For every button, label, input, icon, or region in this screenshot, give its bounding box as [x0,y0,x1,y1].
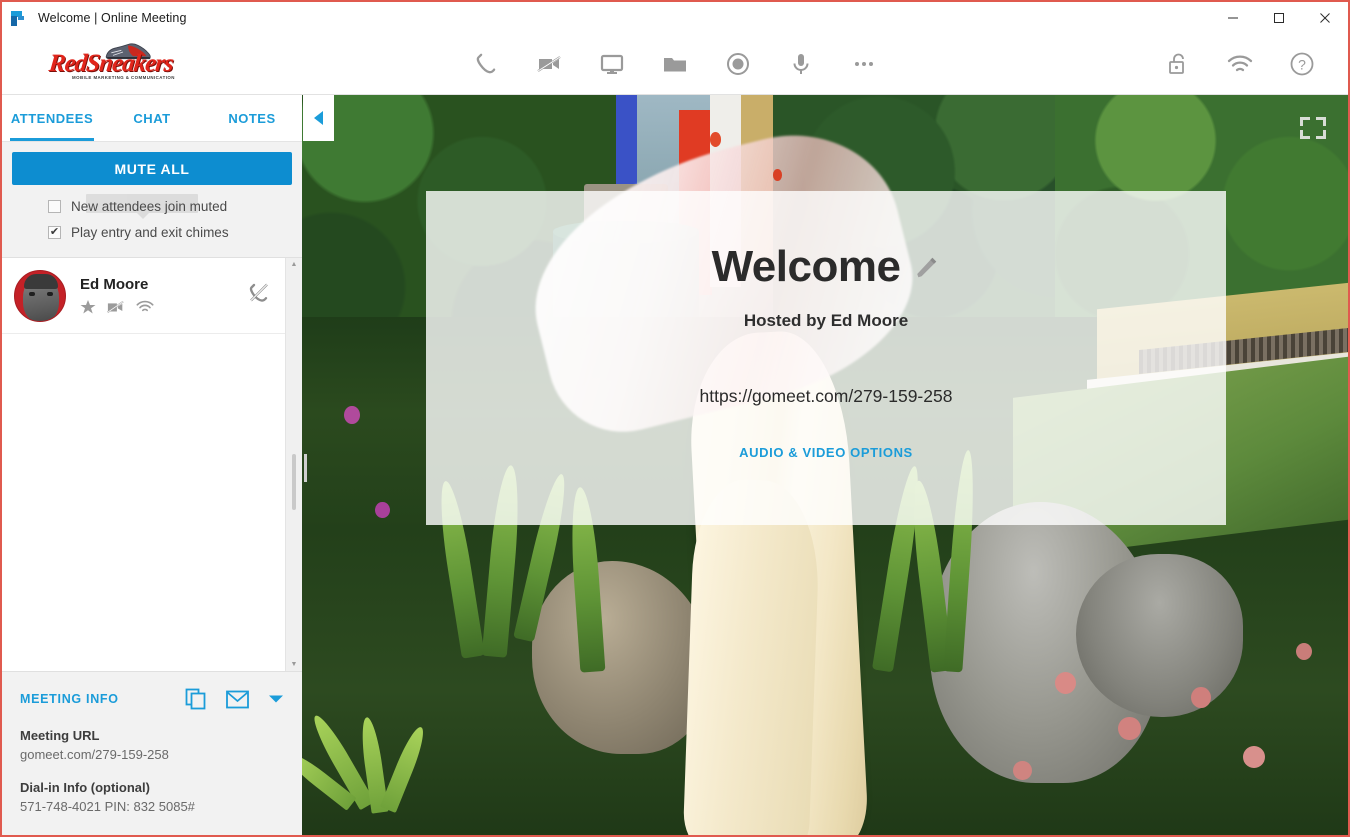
wifi-icon [1227,54,1253,71]
phone-muted-icon [249,283,268,302]
sidebar-resize-handle[interactable] [304,454,307,482]
meeting-info-header: MEETING INFO [20,688,284,710]
microphone-button[interactable] [781,44,821,84]
audio-video-options-link[interactable]: AUDIO & VIDEO OPTIONS [739,445,913,460]
chevron-down-icon[interactable] [268,693,284,705]
attendee-name: Ed Moore [80,276,149,293]
scroll-up-arrow[interactable]: ▲ [291,261,298,268]
welcome-title-row: Welcome [712,245,941,289]
wifi-icon [136,300,154,312]
video-off-icon [107,300,124,314]
fullscreen-icon[interactable] [1300,117,1326,139]
checkbox-new-attendees-muted[interactable] [48,199,61,213]
collapse-sidebar-arrow [314,111,323,125]
meeting-host: Hosted by Ed Moore [743,311,909,330]
microphone-icon [793,53,809,74]
meeting-info-title: MEETING INFO [20,692,119,706]
files-button[interactable] [655,44,695,84]
connection-button[interactable] [1220,44,1260,84]
maximize-icon [1274,12,1284,23]
brand-name: RedSneakers [47,49,175,77]
folder-icon [664,57,686,71]
option-entry-exit-chimes[interactable]: ✔ Play entry and exit chimes [48,219,302,245]
video-off-icon [537,55,561,72]
attendee-list: Ed Moore ▲ ▼ [2,257,302,672]
record-icon [727,52,749,75]
toolbar-status-actions: ? [1158,44,1322,84]
application-window: Welcome | Online Meeting RedSneakers MOB… [0,0,1350,837]
minimize-button[interactable] [1210,2,1256,33]
video-toggle-button[interactable] [529,44,569,84]
scroll-down-arrow[interactable]: ▼ [291,661,298,668]
dial-in-block: Dial-in Info (optional) 571-748-4021 PIN… [20,780,284,814]
brand-logo: RedSneakers MOBILE MARKETING & COMMUNICA… [44,42,194,86]
meeting-url-display: https://gomeet.com/279-159-258 [699,386,953,406]
phone-icon [476,53,496,73]
mute-all-container: MUTE ALL [2,142,302,185]
help-button[interactable]: ? [1282,44,1322,84]
option-label: New attendees join muted [71,198,228,214]
copy-icon[interactable] [185,688,207,710]
option-new-attendees-muted[interactable]: New attendees join muted [48,193,302,219]
sidebar-tabs: ATTENDEES CHAT NOTES [2,95,302,142]
tab-attendees[interactable]: ATTENDEES [2,95,102,141]
tab-notes[interactable]: NOTES [202,95,302,141]
more-options-button[interactable] [844,44,884,84]
window-controls [1210,2,1348,33]
welcome-card: Welcome Hosted by Ed Moore https://gomee… [426,191,1226,525]
meeting-info-actions [185,688,284,710]
attendee-status-icons [80,299,246,315]
screen-share-button[interactable] [592,44,632,84]
toolbar-actions [466,44,884,84]
page-title: Welcome [711,242,901,291]
left-sidebar: ATTENDEES CHAT NOTES MUTE ALL New attend… [2,95,302,835]
mute-all-button[interactable]: MUTE ALL [12,152,292,185]
pencil-edit-icon[interactable] [914,254,940,280]
scrollbar-thumb[interactable] [292,454,296,510]
lock-meeting-button[interactable] [1158,44,1198,84]
email-icon[interactable] [226,690,249,709]
svg-text:?: ? [1298,56,1306,72]
maximize-button[interactable] [1256,2,1302,33]
avatar [14,269,66,322]
title-bar: Welcome | Online Meeting [2,2,1348,33]
close-button[interactable] [1302,2,1348,33]
main-toolbar: RedSneakers MOBILE MARKETING & COMMUNICA… [2,33,1348,95]
attendee-row[interactable]: Ed Moore [2,258,302,334]
lock-open-icon [1169,53,1184,74]
record-button[interactable] [718,44,758,84]
screen-share-icon [600,54,624,74]
attendee-phone-toggle[interactable] [246,280,272,311]
phone-button[interactable] [466,44,506,84]
close-icon [1320,12,1330,23]
attendee-options: New attendees join muted ✔ Play entry an… [2,185,302,245]
help-icon: ? [1290,52,1314,75]
more-options-icon [855,61,873,66]
checkbox-entry-exit-chimes[interactable]: ✔ [48,225,61,239]
option-label: Play entry and exit chimes [71,224,229,240]
meeting-url-label: Meeting URL [20,728,100,743]
brand-tagline: MOBILE MARKETING & COMMUNICATION [72,74,175,80]
tab-chat[interactable]: CHAT [102,95,202,141]
minimize-icon [1228,17,1238,18]
meeting-info-panel: MEETING INFO Meeting URL gomeet.com/279-… [2,672,302,835]
meeting-url-block: Meeting URL gomeet.com/279-159-258 [20,728,284,762]
app-window-icon [11,9,29,27]
dial-in-value: 571-748-4021 PIN: 832 5085# [20,799,195,814]
star-icon [80,300,96,314]
video-stage: Welcome Hosted by Ed Moore https://gomee… [302,95,1348,835]
dial-in-label: Dial-in Info (optional) [20,780,150,795]
collapse-sidebar-button[interactable] [303,95,334,141]
meeting-url-value: gomeet.com/279-159-258 [20,747,169,762]
window-title: Welcome | Online Meeting [38,10,187,25]
attendee-info: Ed Moore [80,276,246,315]
